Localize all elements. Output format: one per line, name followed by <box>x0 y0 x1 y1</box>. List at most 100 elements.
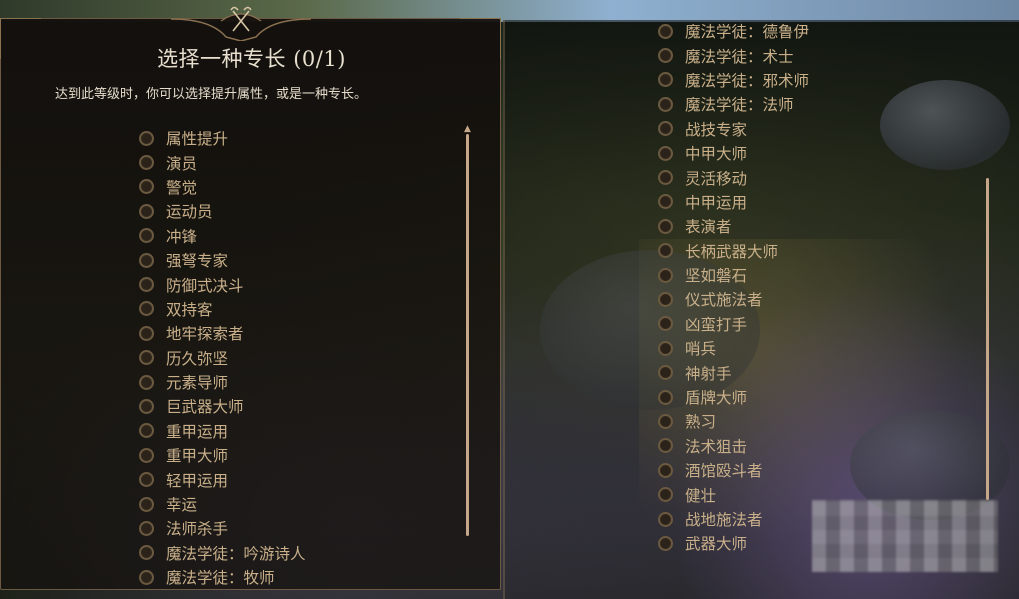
feat-option[interactable]: 坚如磐石 <box>658 263 809 287</box>
feat-label: 凶蛮打手 <box>685 315 748 334</box>
feat-option[interactable]: 地牢探索者 <box>139 321 306 345</box>
feat-label: 幸运 <box>166 496 198 515</box>
radio-unchecked-icon[interactable] <box>658 511 673 527</box>
radio-unchecked-icon[interactable] <box>658 365 673 381</box>
scrollbar-right[interactable] <box>986 178 989 500</box>
radio-unchecked-icon[interactable] <box>139 496 154 512</box>
feat-option[interactable]: 长柄武器大师 <box>658 239 809 263</box>
feat-option[interactable]: 魔法学徒：吟游诗人 <box>139 541 306 565</box>
radio-unchecked-icon[interactable] <box>139 398 154 414</box>
feat-option[interactable]: 盾牌大师 <box>658 385 809 409</box>
radio-unchecked-icon[interactable] <box>658 23 673 39</box>
radio-unchecked-icon[interactable] <box>658 72 673 88</box>
feat-option[interactable]: 灵活移动 <box>658 165 809 189</box>
radio-unchecked-icon[interactable] <box>658 487 673 503</box>
radio-unchecked-icon[interactable] <box>139 545 154 561</box>
feat-option[interactable]: 双持客 <box>139 297 306 321</box>
crossed-axes-icon <box>171 6 311 41</box>
feat-label: 长柄武器大师 <box>685 242 779 261</box>
feat-option[interactable]: 元素导师 <box>139 370 306 394</box>
feat-option[interactable]: 健壮 <box>658 482 809 506</box>
radio-unchecked-icon[interactable] <box>139 203 154 219</box>
feat-option[interactable]: 属性提升 <box>139 126 306 150</box>
feat-option[interactable]: 中甲大师 <box>658 141 809 165</box>
feat-option[interactable]: 神射手 <box>658 360 809 384</box>
feat-label: 重甲大师 <box>166 447 229 466</box>
feat-label: 熟习 <box>685 413 717 432</box>
radio-unchecked-icon[interactable] <box>139 423 154 439</box>
feat-option[interactable]: 仪式施法者 <box>658 287 809 311</box>
feat-option[interactable]: 冲锋 <box>139 224 306 248</box>
radio-unchecked-icon[interactable] <box>139 447 154 463</box>
radio-unchecked-icon[interactable] <box>658 535 673 551</box>
feat-label: 属性提升 <box>166 130 229 149</box>
radio-unchecked-icon[interactable] <box>658 316 673 332</box>
background-rock <box>880 80 1010 170</box>
feat-option[interactable]: 运动员 <box>139 199 306 223</box>
radio-unchecked-icon[interactable] <box>139 155 154 171</box>
feat-option[interactable]: 熟习 <box>658 409 809 433</box>
feat-option[interactable]: 幸运 <box>139 492 306 516</box>
radio-unchecked-icon[interactable] <box>658 438 673 454</box>
radio-unchecked-icon[interactable] <box>658 291 673 307</box>
feat-option[interactable]: 表演者 <box>658 214 809 238</box>
scrollbar-left[interactable] <box>466 134 469 536</box>
feat-option[interactable]: 魔法学徒：牧师 <box>139 565 306 589</box>
radio-unchecked-icon[interactable] <box>139 520 154 536</box>
radio-unchecked-icon[interactable] <box>658 170 673 186</box>
radio-unchecked-icon[interactable] <box>139 252 154 268</box>
radio-unchecked-icon[interactable] <box>139 130 154 146</box>
feat-option[interactable]: 魔法学徒：德鲁伊 <box>658 19 809 43</box>
feat-option[interactable]: 巨武器大师 <box>139 394 306 418</box>
feat-option[interactable]: 魔法学徒：邪术师 <box>658 68 809 92</box>
radio-unchecked-icon[interactable] <box>139 569 154 585</box>
radio-unchecked-icon[interactable] <box>658 218 673 234</box>
feat-option[interactable]: 轻甲运用 <box>139 467 306 491</box>
radio-unchecked-icon[interactable] <box>658 413 673 429</box>
feat-option[interactable]: 演员 <box>139 150 306 174</box>
radio-unchecked-icon[interactable] <box>658 267 673 283</box>
feat-label: 强弩专家 <box>166 252 229 271</box>
feat-option[interactable]: 重甲运用 <box>139 419 306 443</box>
feat-option[interactable]: 警觉 <box>139 175 306 199</box>
feat-option[interactable]: 强弩专家 <box>139 248 306 272</box>
scroll-up-icon[interactable]: ▲ <box>464 125 471 134</box>
feat-option[interactable]: 武器大师 <box>658 531 809 555</box>
radio-unchecked-icon[interactable] <box>658 340 673 356</box>
feat-option[interactable]: 重甲大师 <box>139 443 306 467</box>
radio-unchecked-icon[interactable] <box>658 462 673 478</box>
feat-label: 灵活移动 <box>685 169 748 188</box>
feat-option[interactable]: 法术狙击 <box>658 434 809 458</box>
feat-option[interactable]: 战地施法者 <box>658 507 809 531</box>
radio-unchecked-icon[interactable] <box>139 179 154 195</box>
radio-unchecked-icon[interactable] <box>139 325 154 341</box>
radio-unchecked-icon[interactable] <box>139 277 154 293</box>
radio-unchecked-icon[interactable] <box>658 121 673 137</box>
feat-option[interactable]: 法师杀手 <box>139 516 306 540</box>
radio-unchecked-icon[interactable] <box>139 350 154 366</box>
radio-unchecked-icon[interactable] <box>139 472 154 488</box>
radio-unchecked-icon[interactable] <box>139 228 154 244</box>
radio-unchecked-icon[interactable] <box>658 96 673 112</box>
feat-label: 地牢探索者 <box>166 325 244 344</box>
feat-option[interactable]: 历久弥坚 <box>139 346 306 370</box>
feat-list-right: 魔法学徒：德鲁伊 魔法学徒：术士 魔法学徒：邪术师 魔法学徒：法师 战技专家中甲大师灵活… <box>658 19 809 556</box>
feat-option[interactable]: 哨兵 <box>658 336 809 360</box>
radio-unchecked-icon[interactable] <box>658 243 673 259</box>
feat-option[interactable]: 酒馆殴斗者 <box>658 458 809 482</box>
radio-unchecked-icon[interactable] <box>658 194 673 210</box>
feat-option[interactable]: 魔法学徒：法师 <box>658 92 809 116</box>
feat-option[interactable]: 中甲运用 <box>658 190 809 214</box>
feat-option[interactable]: 魔法学徒：术士 <box>658 43 809 67</box>
radio-unchecked-icon[interactable] <box>658 48 673 64</box>
radio-unchecked-icon[interactable] <box>658 389 673 405</box>
radio-unchecked-icon[interactable] <box>139 301 154 317</box>
feat-label: 轻甲运用 <box>166 471 229 490</box>
radio-unchecked-icon[interactable] <box>658 145 673 161</box>
radio-unchecked-icon[interactable] <box>139 374 154 390</box>
feat-option[interactable]: 防御式决斗 <box>139 272 306 296</box>
feat-option[interactable]: 战技专家 <box>658 117 809 141</box>
feat-label: 中甲大师 <box>685 145 748 164</box>
feat-option[interactable]: 凶蛮打手 <box>658 312 809 336</box>
feat-label: 演员 <box>166 154 198 173</box>
